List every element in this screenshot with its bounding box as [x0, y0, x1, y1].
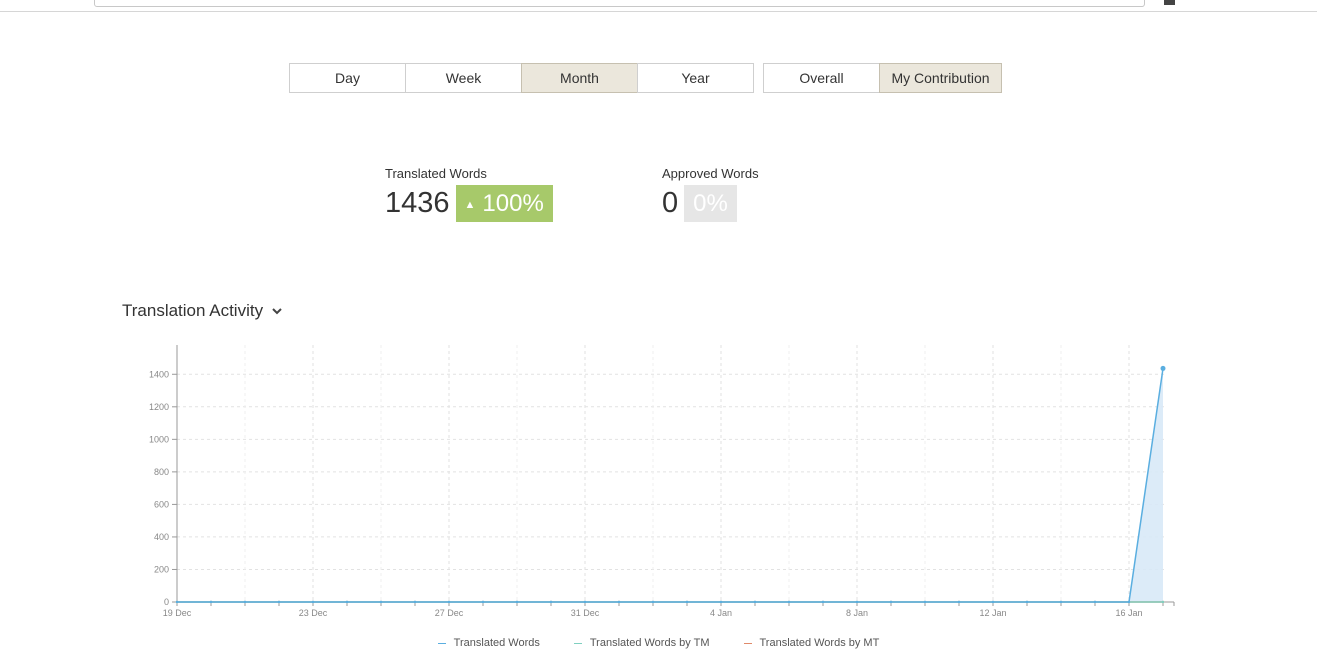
data-point: [617, 600, 621, 604]
legend-swatch: [573, 642, 582, 644]
data-point: [1160, 365, 1166, 371]
chart-legend: Translated Words Translated Words by TM …: [0, 637, 1317, 649]
data-point: [413, 600, 417, 604]
x-tick-label: 19 Dec: [163, 608, 192, 618]
x-tick-label: 27 Dec: [435, 608, 464, 618]
scroll-indicator: [1164, 0, 1175, 5]
translated-words-stat: Translated Words 1436 ▲ 100%: [385, 166, 553, 222]
data-point: [311, 600, 315, 604]
data-point: [1093, 600, 1097, 604]
approved-words-change-badge: 0%: [684, 185, 737, 222]
y-tick-label: 400: [154, 532, 169, 542]
scope-selector: Overall My Contribution: [763, 63, 1002, 93]
trend-up-icon: ▲: [464, 199, 476, 211]
tab-month[interactable]: Month: [521, 63, 638, 93]
legend-item-translated-words-by-tm[interactable]: Translated Words by TM: [573, 637, 710, 649]
data-point: [991, 600, 995, 604]
chevron-down-icon[interactable]: [271, 305, 283, 317]
approved-words-label: Approved Words: [662, 166, 759, 181]
data-point: [481, 600, 485, 604]
data-point: [277, 600, 281, 604]
data-point: [447, 600, 451, 604]
translated-words-change-badge: ▲ 100%: [455, 185, 553, 222]
data-point: [753, 600, 757, 604]
legend-item-translated-words[interactable]: Translated Words: [437, 637, 540, 649]
data-point: [685, 600, 689, 604]
data-point: [1161, 600, 1165, 604]
x-tick-label: 12 Jan: [979, 608, 1006, 618]
y-tick-label: 200: [154, 564, 169, 574]
data-point: [855, 600, 859, 604]
data-point: [583, 600, 587, 604]
legend-swatch: [743, 642, 752, 644]
tab-day[interactable]: Day: [289, 63, 406, 93]
data-point: [923, 600, 927, 604]
data-point: [651, 600, 655, 604]
x-tick-label: 4 Jan: [710, 608, 732, 618]
y-tick-label: 1000: [149, 434, 169, 444]
y-tick-label: 1200: [149, 402, 169, 412]
y-tick-label: 600: [154, 499, 169, 509]
y-tick-label: 1400: [149, 369, 169, 379]
translated-words-change: 100%: [482, 190, 544, 217]
x-tick-label: 31 Dec: [571, 608, 600, 618]
translation-activity-header[interactable]: Translation Activity: [122, 301, 283, 321]
tab-year[interactable]: Year: [637, 63, 754, 93]
data-point: [1127, 600, 1131, 604]
data-point: [243, 600, 247, 604]
y-tick-label: 800: [154, 467, 169, 477]
series-line-translated-words: [177, 368, 1164, 603]
approved-words-change: 0%: [693, 190, 728, 217]
translated-words-label: Translated Words: [385, 166, 487, 181]
data-point: [787, 600, 791, 604]
approved-words-value: 0: [662, 187, 679, 219]
data-point: [1059, 600, 1063, 604]
data-point: [175, 600, 179, 604]
series-area-translated-words: [177, 368, 1163, 602]
data-point: [209, 600, 213, 604]
approved-words-stat: Approved Words 0 0%: [662, 166, 759, 222]
period-selector: Day Week Month Year: [289, 63, 754, 93]
data-point: [379, 600, 383, 604]
tab-overall[interactable]: Overall: [763, 63, 880, 93]
data-point: [889, 600, 893, 604]
y-tick-label: 0: [164, 597, 169, 607]
data-point: [957, 600, 961, 604]
data-point: [821, 600, 825, 604]
top-bar: [0, 0, 1317, 12]
tab-week[interactable]: Week: [405, 63, 522, 93]
data-point: [345, 600, 349, 604]
x-tick-label: 16 Jan: [1115, 608, 1142, 618]
legend-item-translated-words-by-mt[interactable]: Translated Words by MT: [743, 637, 880, 649]
translated-words-value: 1436: [385, 187, 450, 219]
top-search-field[interactable]: [94, 0, 1145, 7]
data-point: [719, 600, 723, 604]
data-point: [515, 600, 519, 604]
x-tick-label: 23 Dec: [299, 608, 328, 618]
tab-my-contribution[interactable]: My Contribution: [879, 63, 1002, 93]
x-tick-label: 8 Jan: [846, 608, 868, 618]
legend-label: Translated Words: [453, 637, 540, 649]
legend-label: Translated Words by MT: [759, 637, 880, 649]
data-point: [1025, 600, 1029, 604]
section-title: Translation Activity: [122, 301, 264, 320]
legend-label: Translated Words by TM: [589, 637, 710, 649]
data-point: [549, 600, 553, 604]
legend-swatch: [437, 642, 446, 644]
translation-activity-chart: 0 200 400 600 800 1000 1200 1400 19 Dec 23 Dec 27 …: [149, 345, 1175, 618]
